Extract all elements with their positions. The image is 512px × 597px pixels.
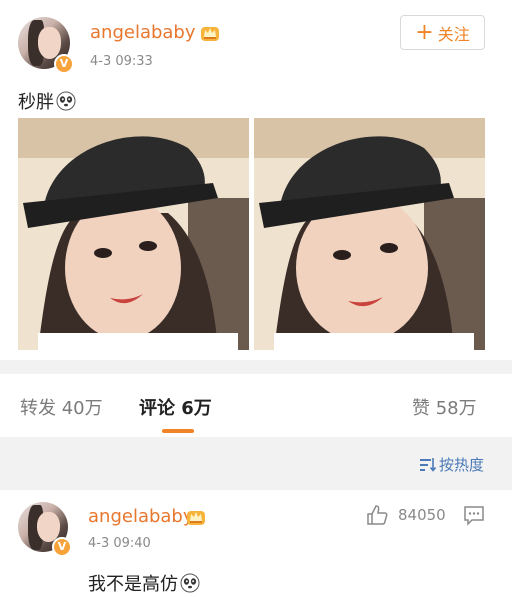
sort-by-hot-button[interactable]: 按热度	[419, 454, 484, 475]
comment-icon[interactable]	[463, 504, 485, 526]
author-username[interactable]: angelababy	[90, 22, 196, 43]
commenter-crown-icon	[187, 511, 205, 525]
weibo-post-card: V angelababy 4-3 09:33 + 关注 秒胖	[0, 0, 512, 360]
sort-bar: 按热度	[0, 437, 512, 487]
tab-comments[interactable]: 评论 6万	[139, 394, 212, 420]
post-text: 秒胖	[18, 88, 76, 114]
post-timestamp: 4-3 09:33	[90, 54, 153, 69]
plus-icon: +	[415, 19, 434, 45]
comment-item: V angelababy 4-3 09:40 84050 我不是高仿	[0, 490, 512, 597]
thumbs-up-icon	[367, 505, 388, 525]
active-tab-indicator	[162, 429, 194, 433]
sort-list-icon	[419, 457, 436, 472]
comment-timestamp: 4-3 09:40	[88, 536, 151, 551]
verified-badge: V	[54, 54, 74, 74]
comment-text-content: 我不是高仿	[88, 574, 178, 595]
post-text-content: 秒胖	[18, 92, 54, 113]
panda-emoji-icon	[180, 573, 200, 593]
follow-label: 关注	[437, 24, 470, 44]
selfie-photo-right[interactable]	[254, 118, 485, 350]
commenter-verified-badge: V	[52, 537, 72, 557]
tab-repost[interactable]: 转发 40万	[20, 394, 103, 420]
comment-text: 我不是高仿	[88, 570, 200, 596]
tab-likes[interactable]: 赞 58万	[412, 394, 477, 420]
panda-emoji-icon	[56, 91, 76, 111]
crown-icon	[201, 27, 219, 41]
comment-like-button[interactable]: 84050	[366, 504, 446, 526]
commenter-username[interactable]: angelababy	[88, 506, 194, 527]
like-count: 84050	[398, 506, 446, 524]
interaction-tabs: 转发 40万 评论 6万 赞 58万	[0, 374, 512, 437]
sort-label: 按热度	[438, 456, 484, 474]
selfie-photo-left[interactable]	[18, 118, 249, 350]
follow-button[interactable]: + 关注	[400, 15, 485, 50]
